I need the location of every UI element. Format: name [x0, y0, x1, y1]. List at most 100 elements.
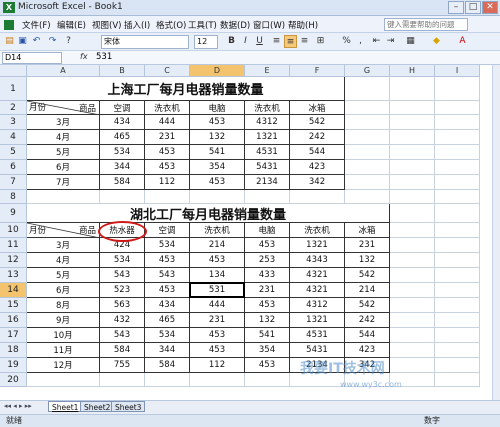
help-icon[interactable]: ? — [62, 35, 75, 48]
table2-data-cell[interactable]: 542 — [345, 268, 390, 283]
grid-cell[interactable] — [390, 190, 435, 204]
table2-data-cell[interactable]: 563 — [100, 298, 145, 313]
align-left-icon[interactable]: ≡ — [270, 35, 283, 48]
table2-data-cell[interactable]: 5431 — [290, 343, 345, 358]
row-header-5[interactable]: 5 — [0, 145, 27, 160]
table2-header-cell[interactable]: 洗衣机 — [290, 223, 345, 238]
table2-data-cell[interactable]: 453 — [145, 283, 190, 298]
column-header-F[interactable]: F — [290, 65, 345, 77]
table2-header-cell[interactable]: 洗衣机 — [190, 223, 245, 238]
table2-data-cell[interactable]: 543 — [145, 268, 190, 283]
table1-data-cell[interactable]: 132 — [190, 130, 245, 145]
grid-cell[interactable] — [390, 115, 435, 130]
undo-icon[interactable]: ↶ — [30, 35, 43, 48]
table1-data-cell[interactable]: 242 — [290, 130, 345, 145]
table2-data-cell[interactable]: 242 — [345, 313, 390, 328]
table1-data-cell[interactable]: 344 — [100, 160, 145, 175]
grid-cell[interactable] — [435, 253, 480, 268]
redo-icon[interactable]: ↷ — [46, 35, 59, 48]
grid-cell[interactable] — [145, 190, 190, 204]
grid-cell[interactable] — [435, 313, 480, 328]
column-header-C[interactable]: C — [145, 65, 190, 77]
table1-data-cell[interactable]: 354 — [190, 160, 245, 175]
row-header-12[interactable]: 12 — [0, 253, 27, 268]
grid-cell[interactable] — [345, 130, 390, 145]
column-header-E[interactable]: E — [245, 65, 290, 77]
selected-cell-outline[interactable] — [189, 282, 245, 298]
table1-data-cell[interactable]: 423 — [290, 160, 345, 175]
table2-data-cell[interactable]: 534 — [100, 253, 145, 268]
table2-data-cell[interactable]: 214 — [190, 238, 245, 253]
table2-data-cell[interactable]: 453 — [245, 238, 290, 253]
table2-data-cell[interactable]: 434 — [145, 298, 190, 313]
column-header-D[interactable]: D — [190, 65, 245, 77]
save-icon[interactable]: ▣ — [16, 35, 29, 48]
menu-data[interactable]: 数据(D) — [220, 19, 250, 31]
row-header-3[interactable]: 3 — [0, 115, 27, 130]
table1-data-cell[interactable]: 5月 — [27, 145, 100, 160]
table2-data-cell[interactable]: 755 — [100, 358, 145, 373]
grid-cell[interactable] — [190, 190, 245, 204]
table2-data-cell[interactable]: 453 — [190, 343, 245, 358]
table1-data-cell[interactable]: 112 — [145, 175, 190, 190]
table1-data-cell[interactable]: 465 — [100, 130, 145, 145]
underline-button[interactable]: U — [253, 35, 266, 48]
table2-data-cell[interactable]: 231 — [245, 283, 290, 298]
row-header-11[interactable]: 11 — [0, 238, 27, 253]
table2-data-cell[interactable]: 453 — [245, 298, 290, 313]
close-button[interactable]: ✕ — [482, 1, 498, 14]
table2-corner-cell[interactable]: 月份 商品 — [27, 223, 100, 238]
table1-data-cell[interactable]: 534 — [100, 145, 145, 160]
grid-cell[interactable] — [390, 358, 435, 373]
row-header-10[interactable]: 10 — [0, 223, 27, 238]
table2-data-cell[interactable]: 544 — [345, 328, 390, 343]
column-header-H[interactable]: H — [390, 65, 435, 77]
font-name-select[interactable]: 宋体 — [101, 35, 189, 49]
table2-data-cell[interactable]: 231 — [190, 313, 245, 328]
table2-header-cell[interactable]: 电脑 — [245, 223, 290, 238]
column-header-I[interactable]: I — [435, 65, 480, 77]
table2-data-cell[interactable]: 584 — [145, 358, 190, 373]
menu-insert[interactable]: 插入(I) — [124, 19, 150, 31]
table1-data-cell[interactable]: 444 — [145, 115, 190, 130]
grid-cell[interactable] — [435, 115, 480, 130]
table2-data-cell[interactable]: 444 — [190, 298, 245, 313]
table2-data-cell[interactable]: 231 — [345, 238, 390, 253]
table2-data-cell[interactable]: 432 — [100, 313, 145, 328]
grid-cell[interactable] — [190, 373, 245, 387]
row-header-9[interactable]: 9 — [0, 204, 27, 223]
table2-data-cell[interactable]: 5月 — [27, 268, 100, 283]
table1-header-cell[interactable]: 电脑 — [190, 101, 245, 115]
grid-cell[interactable] — [435, 223, 480, 238]
grid-cell[interactable] — [390, 238, 435, 253]
table1-header-cell[interactable]: 洗衣机 — [245, 101, 290, 115]
grid-cell[interactable] — [345, 101, 390, 115]
table2-data-cell[interactable]: 453 — [190, 253, 245, 268]
grid-cell[interactable] — [435, 145, 480, 160]
sheet-tab-2[interactable]: Sheet2 — [80, 401, 115, 412]
menu-tools[interactable]: 工具(T) — [188, 19, 217, 31]
grid-cell[interactable] — [390, 101, 435, 115]
row-header-13[interactable]: 13 — [0, 268, 27, 283]
table2-data-cell[interactable]: 8月 — [27, 298, 100, 313]
grid-cell[interactable] — [435, 268, 480, 283]
table2-header-cell[interactable]: 空调 — [145, 223, 190, 238]
table2-data-cell[interactable]: 453 — [245, 358, 290, 373]
table1-data-cell[interactable]: 584 — [100, 175, 145, 190]
table1-data-cell[interactable]: 2134 — [245, 175, 290, 190]
grid-cell[interactable] — [390, 268, 435, 283]
table2-data-cell[interactable]: 543 — [100, 268, 145, 283]
font-color-icon[interactable]: A — [456, 35, 469, 48]
table2-data-cell[interactable]: 534 — [145, 238, 190, 253]
align-center-icon[interactable]: ≡ — [284, 35, 297, 48]
grid-cell[interactable] — [435, 343, 480, 358]
table1-data-cell[interactable]: 453 — [190, 175, 245, 190]
menu-window[interactable]: 窗口(W) — [253, 19, 285, 31]
table2-data-cell[interactable]: 6月 — [27, 283, 100, 298]
table2-title[interactable]: 湖北工厂每月电器销量数量 — [27, 204, 390, 223]
table2-data-cell[interactable]: 543 — [100, 328, 145, 343]
table2-data-cell[interactable]: 132 — [345, 253, 390, 268]
table2-data-cell[interactable]: 4321 — [290, 283, 345, 298]
row-header-19[interactable]: 19 — [0, 358, 27, 373]
grid-cell[interactable] — [390, 204, 435, 223]
